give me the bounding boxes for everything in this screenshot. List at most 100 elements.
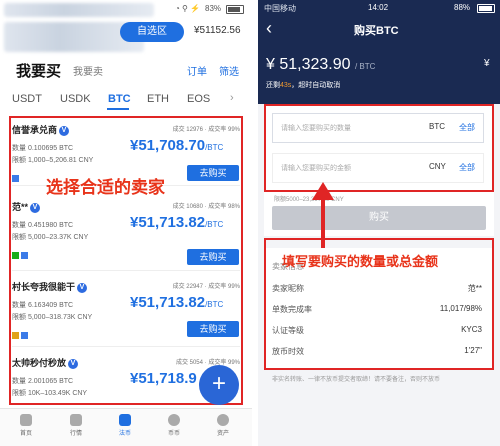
bank-card-icon (21, 332, 28, 340)
qty-row: 数量 0.100695 BTC (12, 145, 74, 152)
active-tab-indicator (107, 108, 129, 110)
price-unit: /BTC (205, 300, 224, 309)
amount-placeholder: 请输入您要购买的金额 (281, 165, 351, 172)
battery-level: 83% (205, 4, 222, 13)
balance-value: ¥51152.56 (194, 25, 241, 36)
price-unit: /BTC (205, 143, 224, 152)
qty-row: 数量 0.451980 BTC (12, 222, 74, 229)
coin-tab-usdk[interactable]: USDK (60, 93, 91, 105)
buy-button[interactable]: 购买 (272, 206, 486, 230)
bank-card-icon (21, 252, 28, 260)
tab-sell[interactable]: 我要卖 (73, 63, 103, 78)
fiat-icon (119, 414, 131, 426)
footer-notice: 非实名转账、一律不放币提交者取缔！请不要备注，否则不放币 (272, 377, 441, 383)
quantity-placeholder: 请输入您要购买的数量 (281, 125, 351, 132)
price-unit: / BTC (354, 62, 376, 71)
verified-icon: V (30, 202, 41, 213)
nav-market[interactable]: 行情 (64, 414, 88, 437)
wallet-icon (217, 414, 229, 426)
bank-card-icon (12, 175, 19, 183)
left-screen: ◔ ⚲ ⚡ 83% 自选区 ¥51152.56 我要买 我要卖 订单 筛选 US… (0, 0, 252, 446)
nav-coin[interactable]: 币币 (162, 414, 186, 437)
nav-home[interactable]: 首页 (14, 414, 38, 437)
merchant-stats: 成交 10680 · 成交率 98% (172, 204, 240, 210)
blurred-status-area (4, 3, 154, 17)
price-row: ¥51,713.82/BTC (130, 214, 223, 232)
bottom-nav: 首页 行情 法币 币币 资产 (0, 408, 252, 446)
filter-link[interactable]: 筛选 (219, 63, 239, 78)
merchant-card[interactable]: 村长夸我很能干 V 成交 22947 · 成交率 99% 数量 6.163409 … (12, 276, 240, 347)
chart-icon (70, 414, 82, 426)
coin-tab-btc[interactable]: BTC (108, 93, 131, 105)
annotation-choose-seller: 选择合适的卖家 (46, 178, 165, 197)
amount-field[interactable]: 请输入您要购买的金额 CNY 全部 (272, 153, 484, 183)
coin-icon (168, 414, 180, 426)
back-icon[interactable]: ‹ (266, 18, 272, 39)
chevron-right-icon[interactable]: › (230, 92, 234, 104)
wechat-pay-icon (12, 252, 19, 260)
battery-level: 88% (454, 3, 471, 12)
merchant-stats: 成交 12976 · 成交率 99% (172, 127, 240, 133)
price-row: ¥51,718.9 (130, 370, 197, 388)
detail-row: 单数完成率 11,017/98% (272, 304, 482, 314)
nav-fiat[interactable]: 法币 (113, 414, 137, 437)
amount-unit: CNY (429, 162, 446, 171)
payment-icons (12, 327, 30, 345)
buy-button[interactable]: 去购买 (187, 165, 239, 181)
detail-row: 认证等级 KYC3 (272, 325, 482, 335)
price: ¥51,713.82 (130, 294, 206, 311)
limit-row: 限额 5,000–23.37K CNY (12, 234, 89, 241)
price-unit: /BTC (205, 220, 224, 229)
buy-button[interactable]: 去购买 (187, 249, 239, 265)
quantity-unit: BTC (429, 122, 445, 131)
coin-tab-eth[interactable]: ETH (147, 93, 169, 105)
tab-buy[interactable]: 我要买 (16, 60, 61, 81)
clock: 14:02 (368, 3, 389, 12)
countdown-text: 还剩43s，超时自动取消 (266, 82, 341, 89)
buy-button[interactable]: 去购买 (187, 321, 239, 337)
limit-row: 限额 1,000–5,206.81 CNY (12, 157, 94, 164)
price: ¥51,713.82 (130, 214, 206, 231)
detail-row: 放币时效 1'27" (272, 346, 482, 356)
coin-tab-usdt[interactable]: USDT (12, 93, 42, 105)
merchant-stats: 成交 22947 · 成交率 99% (172, 284, 240, 290)
price: ¥51,708.70 (130, 137, 206, 154)
add-fab-button[interactable]: + (199, 365, 239, 405)
merchant-stats: 成交 5054 · 成交率 99% (175, 360, 240, 366)
currency-icon[interactable]: ¥ (484, 58, 490, 69)
coin-tab-eos[interactable]: EOS (187, 93, 210, 105)
page-title: 购买BTC (354, 25, 399, 37)
all-amount-button[interactable]: 全部 (459, 162, 475, 173)
qty-row: 数量 2.001065 BTC (12, 378, 74, 385)
nav-assets[interactable]: 资产 (211, 414, 235, 437)
payment-icons (12, 247, 30, 265)
orders-link[interactable]: 订单 (187, 63, 207, 78)
status-icons: ◔ ⚲ ⚡ (175, 4, 201, 13)
carrier: 中国移动 (264, 4, 296, 13)
merchant-card[interactable]: 范** V 成交 10680 · 成交率 98% 数量 0.451980 BTC … (12, 196, 240, 271)
alipay-icon (12, 332, 19, 340)
limit-row: 限额 5,000–318.73K CNY (12, 314, 93, 321)
home-icon (20, 414, 32, 426)
limit-row: 限额 10K–103.49K CNY (12, 390, 88, 397)
battery-icon (477, 4, 495, 13)
merchant-name: 范** V (12, 200, 41, 213)
verified-icon: V (77, 282, 88, 293)
merchant-name: 太帅秒付秒放 V (12, 356, 79, 369)
market-zone-tag[interactable]: 自选区 (120, 22, 184, 42)
verified-icon: V (59, 125, 70, 136)
verified-icon: V (68, 358, 79, 369)
price-row: ¥51,708.70/BTC (130, 137, 223, 155)
annotation-fill-amount: 填写要购买的数量或总金额 (282, 254, 439, 269)
qty-row: 数量 6.163409 BTC (12, 302, 74, 309)
detail-row: 卖家昵称 范** (272, 284, 482, 293)
quantity-field[interactable]: 请输入您要购买的数量 BTC 全部 (272, 113, 484, 143)
merchant-name: 信誉承兑商 V (12, 123, 70, 136)
price: ¥51,718.9 (130, 370, 197, 387)
merchant-name: 村长夸我很能干 V (12, 280, 88, 293)
price: ¥ 51,323.90 (266, 56, 351, 73)
price-row: ¥51,713.82/BTC (130, 294, 223, 312)
price-display: ¥ 51,323.90 / BTC (266, 56, 375, 74)
right-screen: 中国移动 14:02 88% ‹ 购买BTC ¥ 51,323.90 / BTC… (258, 0, 500, 446)
all-quantity-button[interactable]: 全部 (459, 122, 475, 133)
